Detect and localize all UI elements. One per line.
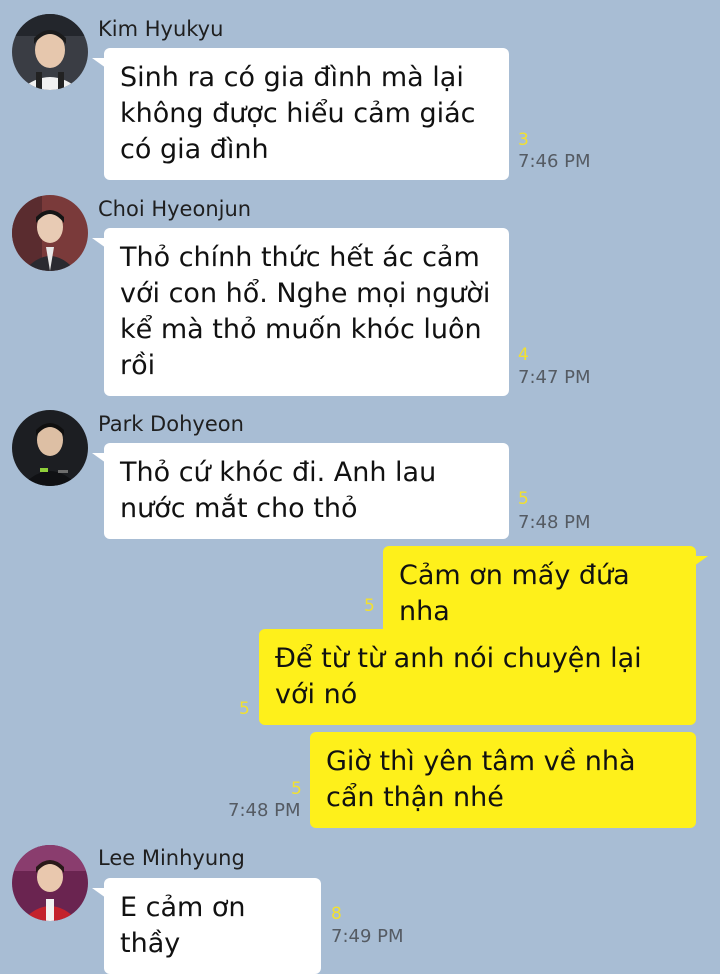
message-text: Để từ từ anh nói chuyện lại với nó bbox=[275, 643, 642, 710]
message-text: E cảm ơn thầy bbox=[120, 892, 246, 959]
unread-count: 4 bbox=[518, 345, 529, 365]
message-time: 7:47 PM bbox=[518, 367, 591, 388]
sender-name: Park Dohyeon bbox=[98, 412, 244, 436]
message-bubble[interactable]: Để từ từ anh nói chuyện lại với nó bbox=[259, 629, 696, 725]
message-time: 7:46 PM bbox=[518, 151, 591, 172]
unread-count: 5 bbox=[291, 779, 302, 799]
avatar-lee-minhyung[interactable] bbox=[12, 845, 88, 921]
message-text: Sinh ra có gia đình mà lại không được hi… bbox=[120, 62, 476, 165]
message-time: 7:49 PM bbox=[331, 926, 404, 947]
message-time: 7:48 PM bbox=[228, 800, 301, 821]
unread-count: 8 bbox=[331, 904, 342, 924]
profile-photo-icon bbox=[12, 14, 88, 90]
message-text: Thỏ chính thức hết ác cảm với con hổ. Ng… bbox=[120, 242, 491, 381]
avatar-park-dohyeon[interactable] bbox=[12, 410, 88, 486]
unread-count: 5 bbox=[239, 699, 250, 719]
message-text: Thỏ cứ khóc đi. Anh lau nước mắt cho thỏ bbox=[120, 457, 437, 524]
message-time: 7:48 PM bbox=[518, 512, 591, 533]
sender-name: Lee Minhyung bbox=[98, 846, 245, 870]
message-bubble[interactable]: Cảm ơn mấy đứa nha bbox=[383, 546, 708, 642]
unread-count: 5 bbox=[518, 489, 529, 509]
message-text: Cảm ơn mấy đứa nha bbox=[399, 560, 630, 627]
avatar-kim-hyukyu[interactable] bbox=[12, 14, 88, 90]
avatar-choi-hyeonjun[interactable] bbox=[12, 195, 88, 271]
sender-name: Choi Hyeonjun bbox=[98, 197, 252, 221]
profile-photo-icon bbox=[12, 410, 88, 486]
unread-count: 5 bbox=[364, 596, 375, 616]
profile-photo-icon bbox=[12, 845, 88, 921]
message-text: Giờ thì yên tâm về nhà cẩn thận nhé bbox=[326, 746, 636, 813]
message-bubble[interactable]: Giờ thì yên tâm về nhà cẩn thận nhé bbox=[310, 732, 696, 828]
message-bubble[interactable]: E cảm ơn thầy bbox=[92, 878, 321, 974]
message-bubble[interactable]: Thỏ cứ khóc đi. Anh lau nước mắt cho thỏ bbox=[92, 443, 509, 539]
unread-count: 3 bbox=[518, 130, 529, 150]
profile-photo-icon bbox=[12, 195, 88, 271]
sender-name: Kim Hyukyu bbox=[98, 17, 224, 41]
message-bubble[interactable]: Sinh ra có gia đình mà lại không được hi… bbox=[92, 48, 509, 180]
message-bubble[interactable]: Thỏ chính thức hết ác cảm với con hổ. Ng… bbox=[92, 228, 509, 396]
